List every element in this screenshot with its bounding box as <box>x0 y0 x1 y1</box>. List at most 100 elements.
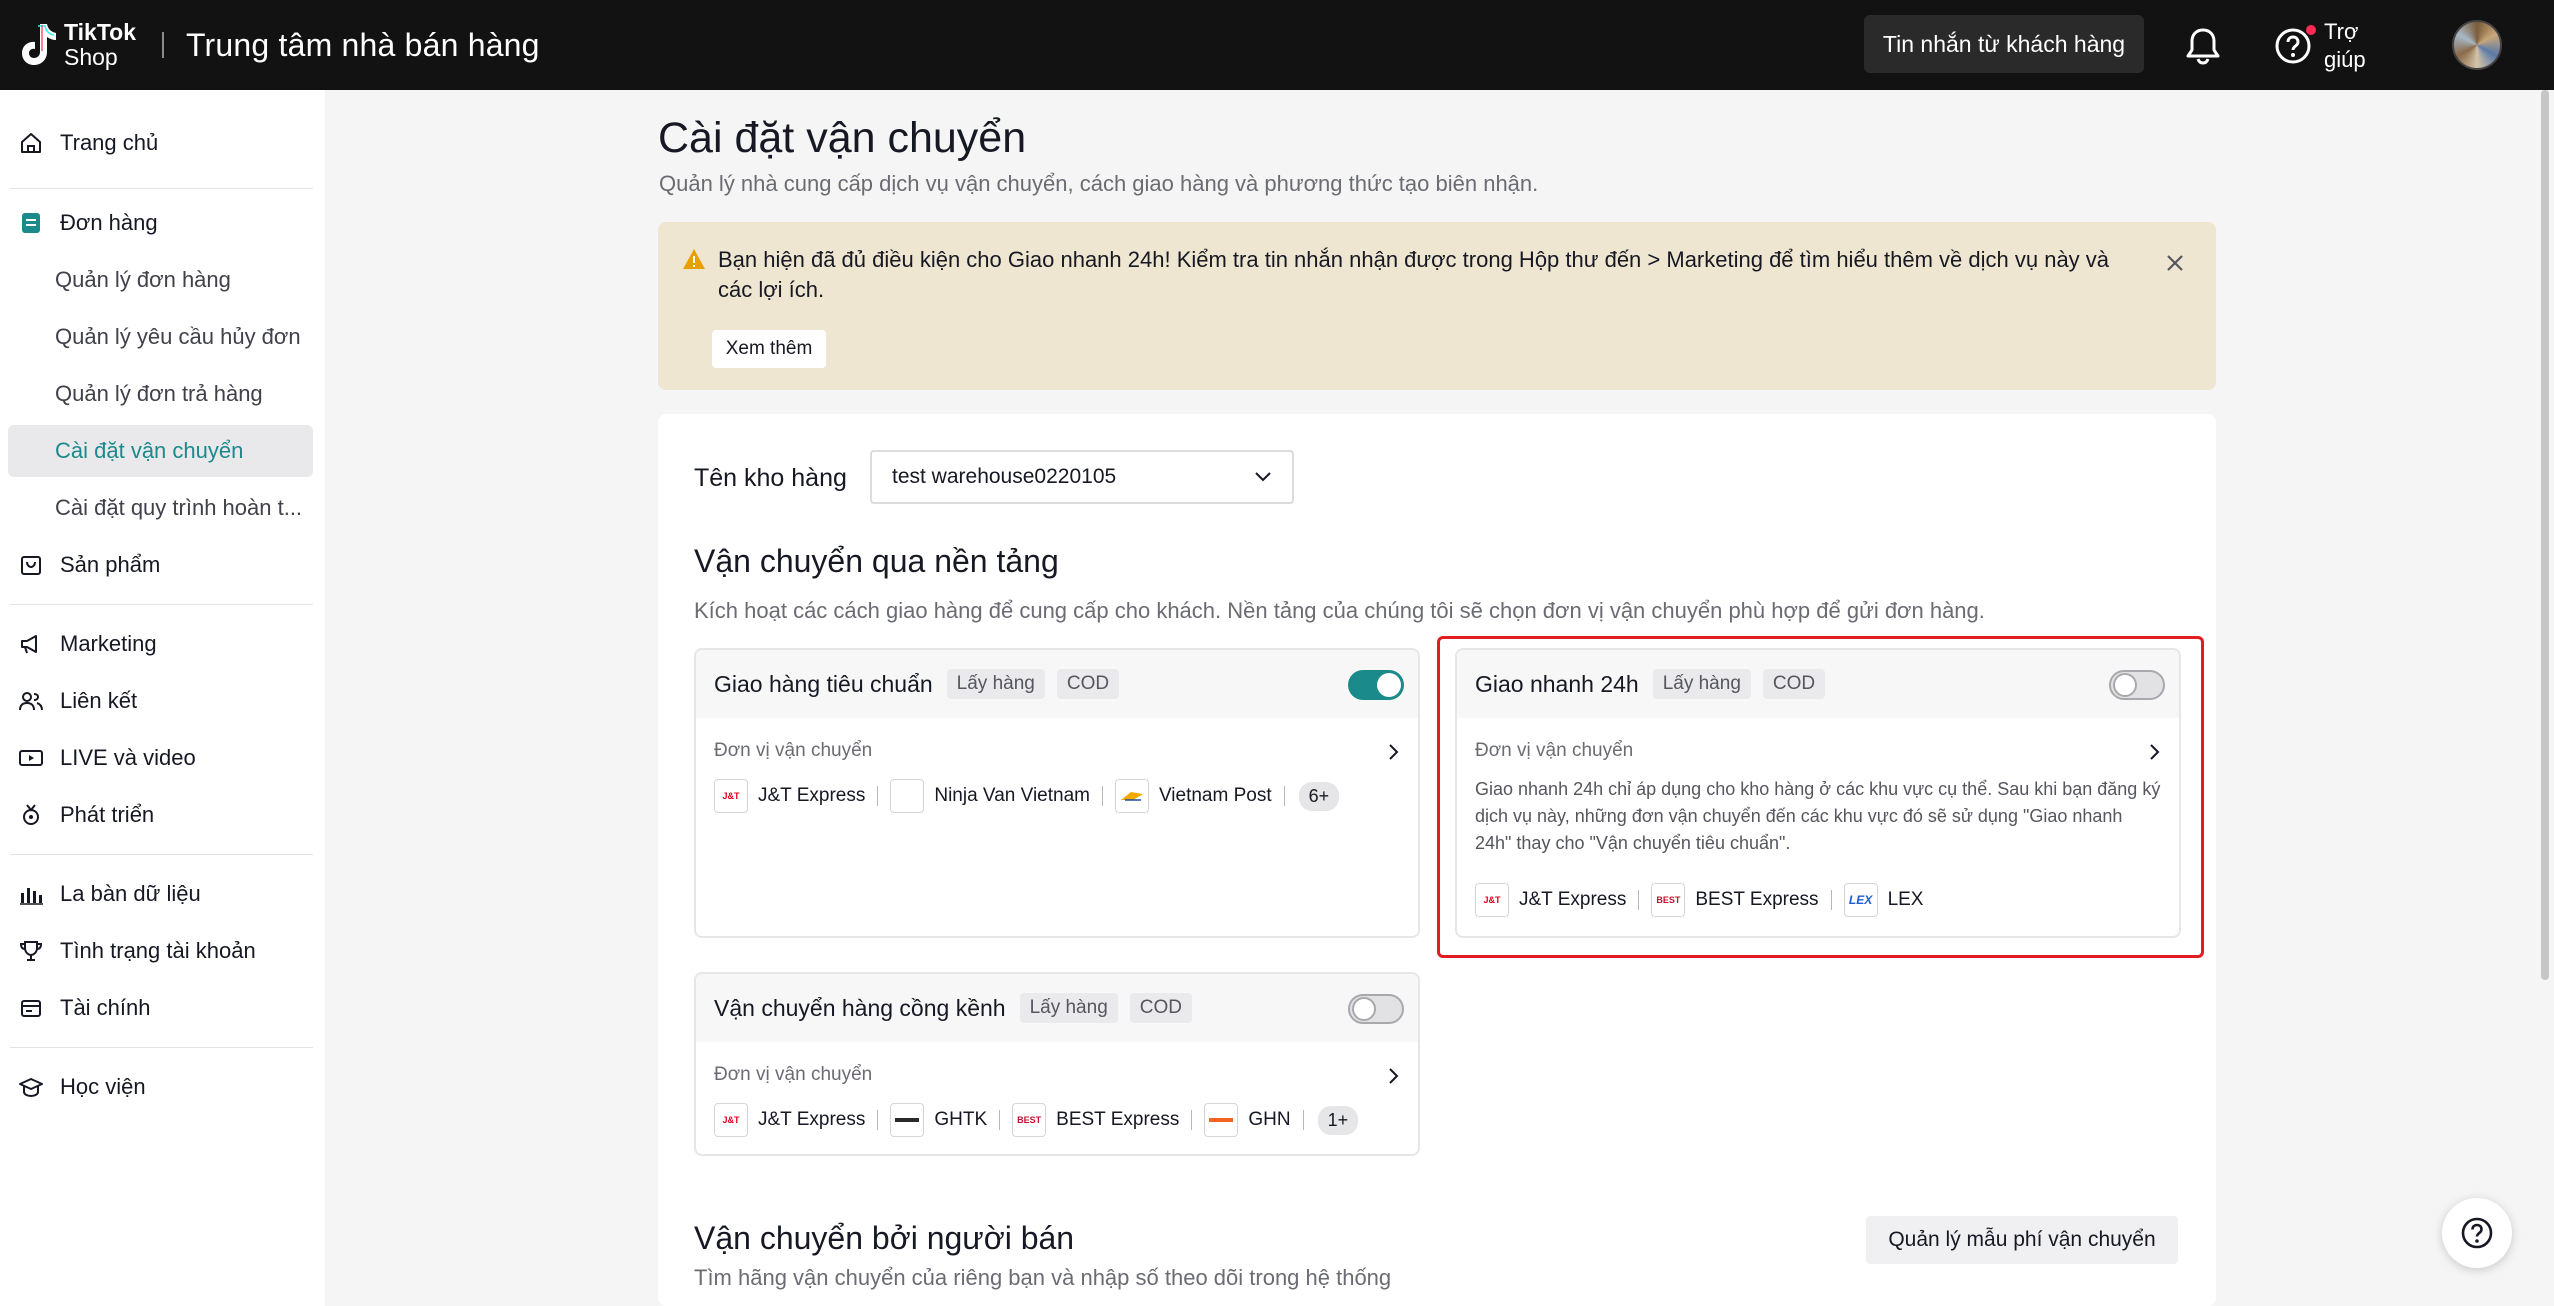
carrier-name: GHTK <box>934 1109 988 1130</box>
product-icon <box>18 552 44 578</box>
carrier-label: Đơn vị vận chuyển <box>714 1064 873 1085</box>
carrier-best-express: BEST BEST Express <box>1012 1103 1179 1137</box>
more-carriers-badge[interactable]: 6+ <box>1298 781 1340 811</box>
sidebar-item-label: Phát triển <box>60 802 155 827</box>
bulky-shipping-toggle[interactable] <box>1348 994 1404 1024</box>
card-header: Giao hàng tiêu chuẩn Lấy hàng COD <box>696 650 1418 718</box>
sidebar-item-orders[interactable]: Đơn hàng <box>8 197 313 249</box>
alert-message: Bạn hiện đã đủ điều kiện cho Giao nhanh … <box>718 247 2110 302</box>
toggle-knob <box>1352 997 1376 1021</box>
seller-shipping-description: Tìm hãng vận chuyển của riêng bạn và nhậ… <box>694 1265 1392 1290</box>
carrier-jt-express: J&T J&T Express <box>714 1103 865 1137</box>
standard-shipping-toggle[interactable] <box>1348 670 1404 700</box>
carrier-list: J&T J&T Express Ninja Van Vietnam Vietna… <box>714 778 1340 814</box>
sidebar-item-label: Đơn hàng <box>60 210 158 235</box>
carrier-vietnam-post: Vietnam Post <box>1114 779 1272 813</box>
warning-icon <box>683 249 705 269</box>
pickup-tag: Lấy hàng <box>1019 993 1118 1023</box>
carrier-name: Ninja Van Vietnam <box>934 785 1090 806</box>
sidebar-item-affiliate[interactable]: Liên kết <box>8 675 313 727</box>
sidebar-item-label: Marketing <box>60 631 157 656</box>
platform-shipping-title: Vận chuyển qua nền tảng <box>694 543 1059 579</box>
carrier-separator <box>1283 786 1285 806</box>
manage-shipping-fee-templates-button[interactable]: Quản lý mẫu phí vận chuyển <box>1866 1216 2178 1264</box>
sidebar-item-label: La bàn dữ liệu <box>60 881 201 906</box>
sidebar-item-marketing[interactable]: Marketing <box>8 618 313 670</box>
sidebar-item-label: LIVE và video <box>60 745 196 770</box>
eligibility-alert: Bạn hiện đã đủ điều kiện cho Giao nhanh … <box>658 222 2216 390</box>
pickup-tag: Lấy hàng <box>946 669 1045 699</box>
standard-shipping-card: Giao hàng tiêu chuẩn Lấy hàng COD Đơn vị… <box>694 648 1420 938</box>
app-title: Trung tâm nhà bán hàng <box>186 26 540 63</box>
sidebar-item-label: Tài chính <box>60 995 151 1020</box>
ninja-van-logo-icon <box>890 779 925 813</box>
user-avatar[interactable] <box>2452 20 2502 70</box>
sidebar-item-academy[interactable]: Học viện <box>8 1061 313 1113</box>
sidebar-item-growth[interactable]: Phát triển <box>8 789 313 841</box>
help-notification-dot <box>2306 25 2316 35</box>
vietnam-post-logo-icon <box>1114 779 1149 813</box>
chevron-right-icon[interactable] <box>1386 742 1400 762</box>
brand-text: TikTok Shop <box>64 20 136 70</box>
help-menu[interactable]: Trợ giúp <box>2274 18 2384 74</box>
sidebar-item-home[interactable]: Trang chủ <box>8 117 313 169</box>
close-icon[interactable] <box>2164 252 2186 274</box>
sidebar-item-account-health[interactable]: Tình trạng tài khoản <box>8 925 313 977</box>
customer-messages-button[interactable]: Tin nhắn từ khách hàng <box>1864 15 2144 73</box>
sidebar-item-label: Quản lý đơn trả hàng <box>55 381 263 406</box>
sidebar-item-data-compass[interactable]: La bàn dữ liệu <box>8 868 313 920</box>
ghtk-logo-icon <box>890 1103 925 1137</box>
bulky-shipping-card: Vận chuyển hàng cồng kềnh Lấy hàng COD Đ… <box>694 972 1420 1156</box>
carrier-separator <box>877 1110 879 1130</box>
carrier-name: J&T Express <box>758 785 866 806</box>
sidebar-item-live-video[interactable]: LIVE và video <box>8 732 313 784</box>
sidebar-divider <box>10 604 313 605</box>
best-express-logo-icon: BEST <box>1012 1103 1047 1137</box>
carrier-name: BEST Express <box>1056 1109 1180 1130</box>
more-carriers-badge[interactable]: 1+ <box>1317 1105 1359 1135</box>
floating-help-button[interactable] <box>2442 1198 2512 1268</box>
brand-line-2: Shop <box>64 44 118 70</box>
carrier-separator <box>877 786 879 806</box>
medal-icon <box>18 802 44 828</box>
carrier-separator <box>999 1110 1001 1130</box>
warehouse-select[interactable]: test warehouse0220105 <box>870 450 1294 504</box>
graduation-icon <box>18 1074 44 1100</box>
tiktok-shop-logo[interactable]: TikTok Shop <box>18 0 136 90</box>
chevron-down-icon <box>1255 472 1271 482</box>
sidebar-item-products[interactable]: Sản phẩm <box>8 539 313 591</box>
sidebar-item-label: Quản lý yêu cầu hủy đơn <box>55 324 301 349</box>
sidebar-divider <box>10 1047 313 1048</box>
sidebar-item-manage-orders[interactable]: Quản lý đơn hàng <box>8 254 313 306</box>
chevron-right-icon[interactable] <box>1386 1066 1400 1086</box>
sidebar-item-finance[interactable]: Tài chính <box>8 982 313 1034</box>
see-more-button[interactable]: Xem thêm <box>712 330 826 368</box>
sidebar-item-label: Học viện <box>60 1074 146 1099</box>
wallet-icon <box>18 995 44 1021</box>
jt-express-logo-icon: J&T <box>714 779 748 813</box>
carrier-label: Đơn vị vận chuyển <box>714 740 873 761</box>
warehouse-selected-value: test warehouse0220105 <box>892 465 1117 488</box>
help-icon <box>2274 25 2316 65</box>
carrier-separator <box>1302 1110 1304 1130</box>
header-divider <box>162 32 164 58</box>
people-icon <box>18 688 44 714</box>
page-scrollbar[interactable] <box>2538 90 2552 980</box>
sidebar-item-label: Cài đặt quy trình hoàn t... <box>55 495 303 520</box>
sidebar-item-cancel-requests[interactable]: Quản lý yêu cầu hủy đơn <box>8 311 313 363</box>
sidebar-item-refund-process[interactable]: Cài đặt quy trình hoàn t... <box>8 482 313 534</box>
sidebar-divider <box>10 188 313 189</box>
jt-express-logo-icon: J&T <box>714 1103 748 1137</box>
tiktok-logo-icon <box>22 24 56 65</box>
scrollbar-thumb[interactable] <box>2541 90 2549 980</box>
sidebar-item-returns[interactable]: Quản lý đơn trả hàng <box>8 368 313 420</box>
carrier-name: J&T Express <box>758 1109 866 1130</box>
sidebar-item-label: Quản lý đơn hàng <box>55 267 231 292</box>
warehouse-label: Tên kho hàng <box>694 464 847 492</box>
megaphone-icon <box>18 631 44 657</box>
help-icon <box>2461 1217 2493 1249</box>
sidebar-item-shipping-settings[interactable]: Cài đặt vận chuyển <box>8 425 313 477</box>
cod-tag: COD <box>1056 669 1120 699</box>
brand-line-1: TikTok <box>64 19 136 45</box>
notification-bell-icon[interactable] <box>2184 26 2222 66</box>
